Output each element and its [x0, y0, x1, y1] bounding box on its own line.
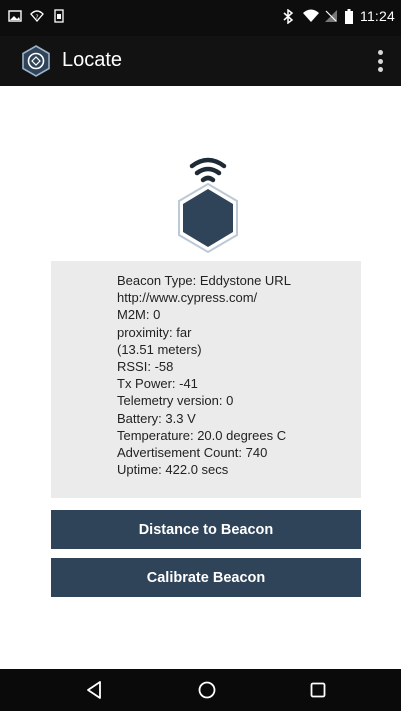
main-content: Beacon Type: Eddystone URL http://www.cy… [0, 86, 401, 669]
phone-screen: ? 11:24 Locate Beacon Type: Eddystone UR… [0, 0, 401, 711]
status-time: 11:24 [360, 8, 395, 24]
app-title: Locate [62, 49, 123, 71]
status-right-icons: 11:24 [282, 8, 395, 25]
gallery-icon [8, 9, 22, 23]
hexagon-logo-icon[interactable] [20, 45, 52, 77]
info-temperature: Temperature: 20.0 degrees C [117, 427, 287, 443]
info-tx-power: Tx Power: -41 [117, 376, 198, 392]
beacon-signal-icon [176, 156, 240, 268]
distance-to-beacon-button[interactable]: Distance to Beacon [51, 510, 361, 549]
beacon-info-panel: Beacon Type: Eddystone URL http://www.cy… [51, 261, 361, 498]
menu-dot [377, 67, 383, 72]
wifi-icon [303, 9, 319, 23]
home-circle-icon[interactable] [194, 677, 220, 703]
wifi-question-icon: ? [30, 9, 44, 23]
battery-icon [345, 9, 353, 24]
back-triangle-icon[interactable] [82, 677, 108, 703]
status-left-icons: ? [8, 9, 66, 23]
svg-text:?: ? [35, 14, 38, 21]
app-bar: Locate [0, 36, 401, 86]
no-sim-icon [324, 9, 338, 23]
info-distance: (13.51 meters) [117, 341, 202, 357]
info-rssi: RSSI: -58 [117, 359, 174, 375]
info-m2m: M2M: 0 [117, 307, 161, 323]
beacon-info-text: Beacon Type: Eddystone URL http://www.cy… [117, 272, 291, 478]
info-telemetry-version: Telemetry version: 0 [117, 393, 234, 409]
info-beacon-type: Beacon Type: Eddystone URL [117, 273, 291, 288]
recents-square-icon[interactable] [305, 677, 331, 703]
info-url: http://www.cypress.com/ [117, 290, 258, 306]
sim-icon [52, 9, 66, 23]
navigation-bar [0, 669, 401, 711]
info-proximity: proximity: far [117, 324, 192, 340]
info-battery: Battery: 3.3 V [117, 410, 196, 426]
calibrate-beacon-button[interactable]: Calibrate Beacon [51, 558, 361, 597]
menu-dot [377, 50, 383, 55]
bluetooth-icon [282, 8, 296, 25]
menu-dot [377, 58, 383, 64]
info-uptime: Uptime: 422.0 secs [117, 462, 229, 478]
info-advertisement-count: Advertisement Count: 740 [117, 445, 268, 461]
status-bar: ? 11:24 [0, 0, 401, 36]
overflow-menu-icon[interactable] [373, 48, 387, 74]
